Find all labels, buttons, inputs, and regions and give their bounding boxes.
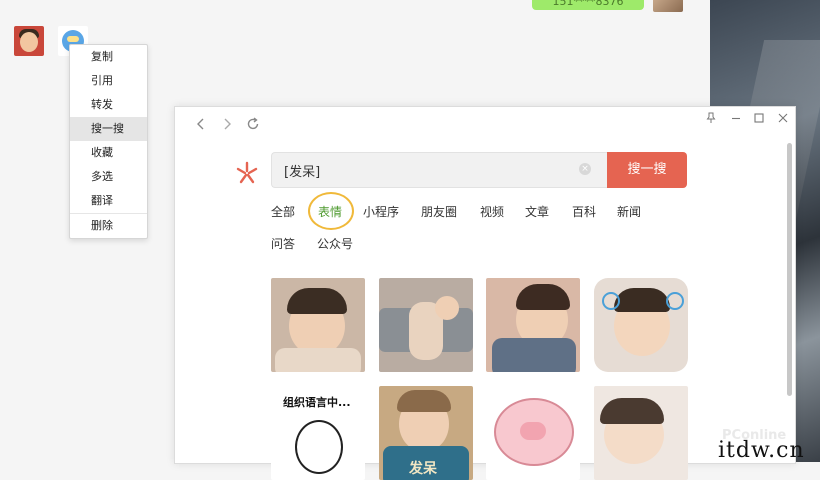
tab-articles[interactable]: 文章 bbox=[525, 202, 549, 222]
sticker-result[interactable] bbox=[594, 278, 688, 372]
contact-avatar[interactable] bbox=[14, 26, 44, 56]
minimize-icon[interactable] bbox=[728, 112, 744, 128]
tab-news[interactable]: 新闻 bbox=[617, 202, 641, 222]
sticker-result[interactable] bbox=[486, 386, 580, 480]
menu-item-quote[interactable]: 引用 bbox=[70, 69, 147, 93]
sticker-hands bbox=[275, 348, 361, 372]
search-box: × bbox=[271, 152, 608, 188]
context-menu: 复制 引用 转发 搜一搜 收藏 多选 翻译 删除 bbox=[69, 44, 148, 239]
sticker-caption-partial: 发呆 bbox=[409, 461, 437, 477]
watermark-text: itdw.cn bbox=[718, 438, 805, 463]
menu-item-multiselect[interactable]: 多选 bbox=[70, 165, 147, 189]
tab-official-accounts[interactable]: 公众号 bbox=[317, 234, 353, 254]
sticker-doodle-face bbox=[295, 420, 343, 474]
sticker-feet bbox=[435, 296, 459, 320]
menu-item-delete[interactable]: 删除 bbox=[70, 214, 147, 238]
sticker-result[interactable] bbox=[379, 278, 473, 372]
sticker-swirl bbox=[602, 292, 620, 310]
sticker-result[interactable] bbox=[271, 278, 365, 372]
sticker-result[interactable] bbox=[486, 278, 580, 372]
avatar-face bbox=[20, 32, 38, 52]
sticker-shirt bbox=[492, 338, 576, 372]
back-icon[interactable] bbox=[193, 116, 209, 132]
search-window: × 搜一搜 全部 表情 小程序 朋友圈 视频 文章 百科 新闻 问答 公众号 组… bbox=[174, 106, 796, 480]
clear-icon[interactable]: × bbox=[579, 163, 591, 175]
refresh-icon[interactable] bbox=[245, 116, 261, 132]
sticker-hair bbox=[516, 284, 570, 310]
sticker-hair bbox=[614, 288, 670, 312]
sticker-hair bbox=[287, 288, 347, 314]
tab-qa[interactable]: 问答 bbox=[271, 234, 295, 254]
sticker-caption: 组织语言中... bbox=[283, 396, 351, 409]
pin-icon[interactable] bbox=[703, 112, 719, 128]
tab-mini-programs[interactable]: 小程序 bbox=[363, 202, 399, 222]
menu-item-forward[interactable]: 转发 bbox=[70, 93, 147, 117]
menu-item-copy[interactable]: 复制 bbox=[70, 45, 147, 69]
search-logo-icon bbox=[235, 161, 259, 185]
sticker-eyes bbox=[67, 36, 79, 42]
sticker-result[interactable]: 发呆 bbox=[379, 386, 473, 480]
maximize-icon[interactable] bbox=[751, 112, 767, 128]
tab-encyclopedia[interactable]: 百科 bbox=[572, 202, 596, 222]
search-input[interactable] bbox=[284, 161, 564, 179]
sent-message-bubble[interactable]: 151****8376 bbox=[532, 0, 644, 10]
tab-stickers[interactable]: 表情 bbox=[318, 202, 342, 222]
tab-videos[interactable]: 视频 bbox=[480, 202, 504, 222]
sticker-swirl bbox=[666, 292, 684, 310]
search-button[interactable]: 搜一搜 bbox=[607, 152, 687, 188]
sticker-result[interactable]: 组织语言中... bbox=[271, 386, 365, 480]
menu-item-search[interactable]: 搜一搜 bbox=[70, 117, 147, 141]
scrollbar[interactable] bbox=[787, 143, 792, 396]
sticker-hair bbox=[600, 398, 664, 424]
tab-moments[interactable]: 朋友圈 bbox=[421, 202, 457, 222]
self-avatar[interactable] bbox=[653, 0, 683, 12]
forward-icon[interactable] bbox=[219, 116, 235, 132]
sticker-hair bbox=[397, 390, 451, 412]
menu-item-translate[interactable]: 翻译 bbox=[70, 189, 147, 213]
sticker-pig-nose bbox=[520, 422, 546, 440]
sticker-result[interactable] bbox=[594, 386, 688, 480]
menu-item-favorite[interactable]: 收藏 bbox=[70, 141, 147, 165]
tab-all[interactable]: 全部 bbox=[271, 202, 295, 222]
close-icon[interactable] bbox=[775, 112, 791, 128]
